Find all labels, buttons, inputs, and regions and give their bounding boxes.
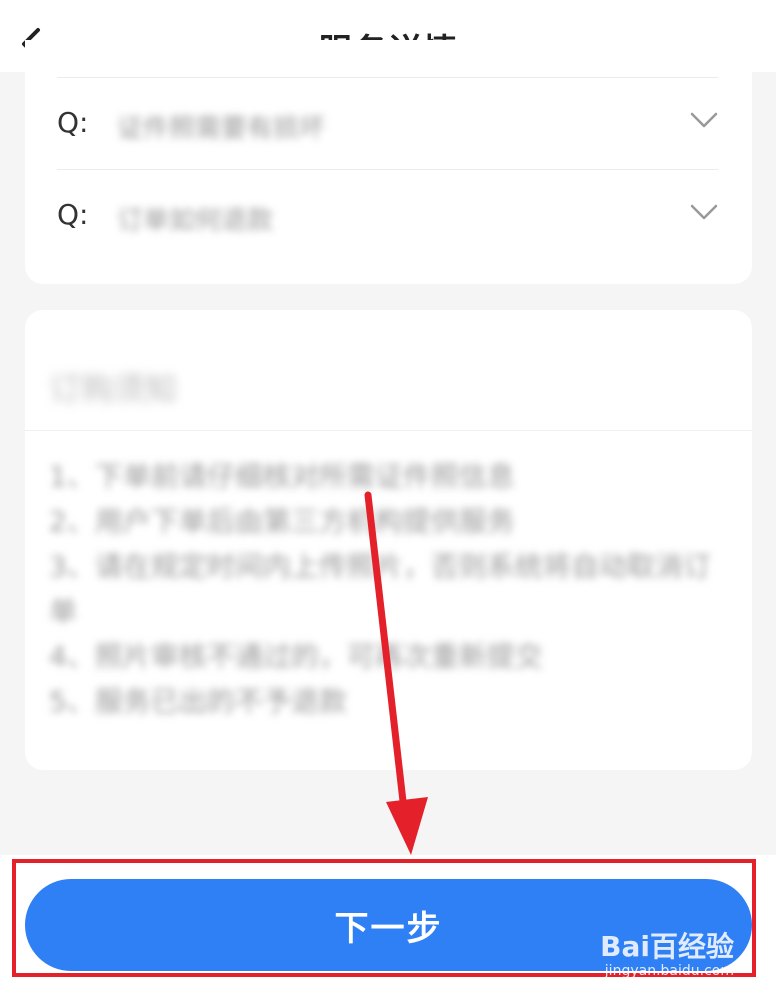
baidu-jingyan-watermark: Bai百经验 jingyan.baidu.com (600, 925, 734, 979)
notice-item: 5、服务已出的不予退款 (49, 685, 347, 718)
notice-item: 1、下单前请仔细核对所需证件照信息 (49, 460, 515, 493)
watermark-logo: Bai百经验 (600, 930, 734, 963)
notice-title: 订购须知 (49, 370, 178, 408)
notice-item: 4、照片审核不通过的，可再次重新提交 (49, 640, 543, 673)
faq-item[interactable]: Q: 订单如何退款 (57, 169, 718, 260)
watermark-url: jingyan.baidu.com (604, 963, 734, 979)
faq-question-prefix: Q: (57, 198, 89, 231)
notice-list: 1、下单前请仔细核对所需证件照信息 2、用户下单后由第三方机构提供服务 3、请在… (49, 454, 722, 724)
divider (25, 430, 752, 431)
faq-question-prefix: Q: (57, 106, 89, 139)
notice-item: 2、用户下单后由第三方机构提供服务 (49, 505, 515, 538)
chevron-down-icon[interactable] (690, 202, 718, 222)
chevron-down-icon[interactable] (690, 110, 718, 130)
notice-card: 订购须知 1、下单前请仔细核对所需证件照信息 2、用户下单后由第三方机构提供服务… (25, 310, 752, 770)
faq-card: Q: 证件照需要有损坏 Q: 订单如何退款 (25, 40, 752, 284)
faq-question-text: 证件照需要有损坏 (117, 114, 326, 144)
faq-question-text: 订单如何退款 (117, 206, 274, 236)
faq-item[interactable]: Q: 证件照需要有损坏 (57, 77, 718, 168)
notice-item: 3、请在规定时间内上传照片，否则系统将自动取消订单 (49, 550, 711, 628)
